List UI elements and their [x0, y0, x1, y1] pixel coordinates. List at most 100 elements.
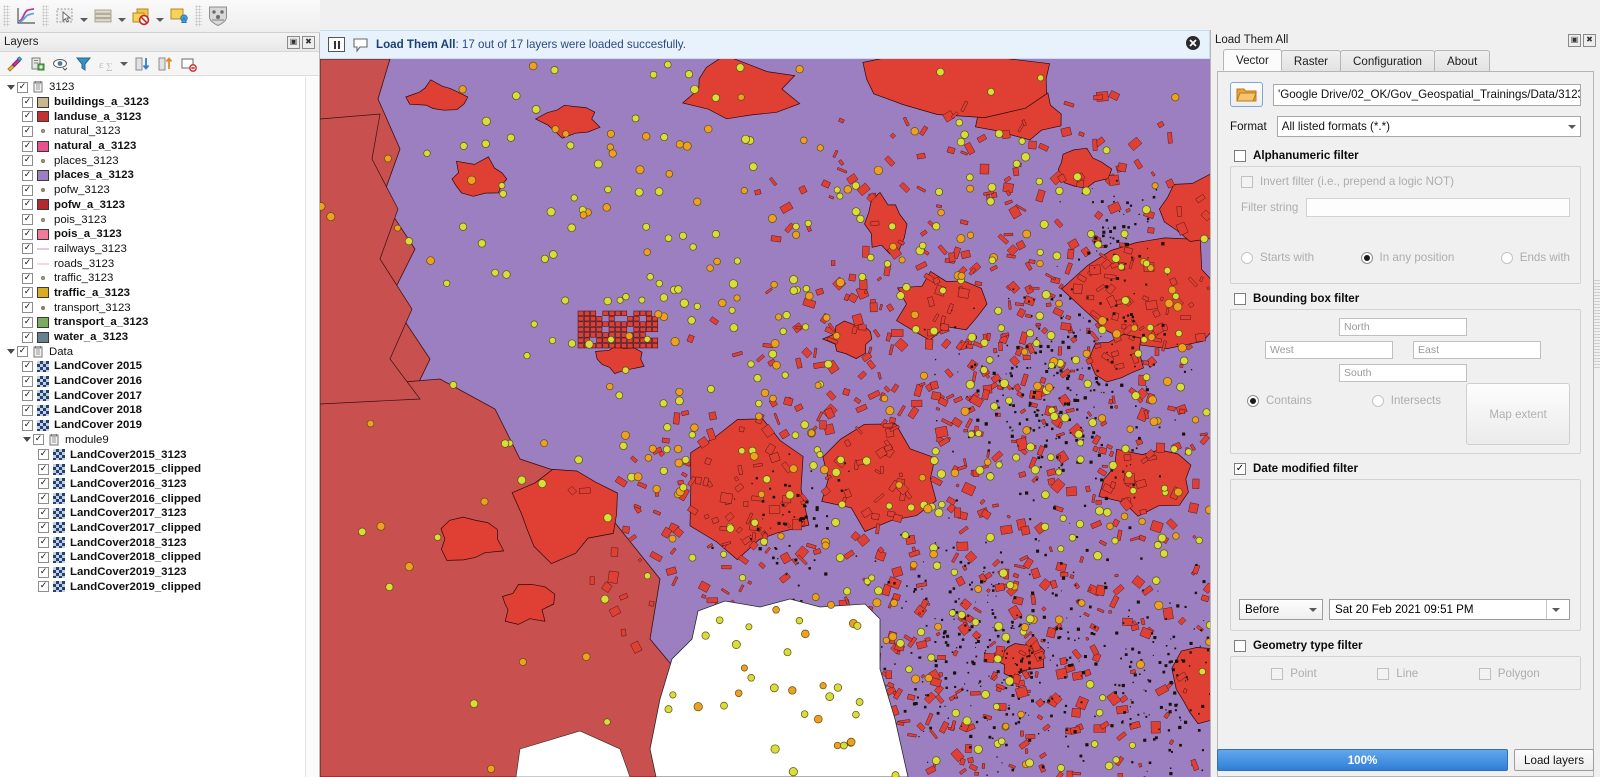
layer-group-row[interactable]: ✓3123 [0, 80, 305, 95]
layer-visibility-checkbox[interactable]: ✓ [22, 420, 33, 431]
layer-row[interactable]: ✓LandCover2016_3123 [0, 477, 305, 492]
select-features-dropdown[interactable] [78, 3, 90, 29]
layer-visibility-checkbox[interactable]: ✓ [38, 581, 49, 592]
layer-row[interactable]: ✓LandCover2016_clipped [0, 491, 305, 506]
expand-all-icon[interactable] [132, 54, 152, 74]
tab-vector[interactable]: Vector [1223, 49, 1282, 71]
pause-rendering-button[interactable] [328, 37, 345, 52]
layer-visibility-checkbox[interactable]: ✓ [22, 361, 33, 372]
layer-group-row[interactable]: ✓module9 [0, 433, 305, 448]
deselect-features-dropdown[interactable] [154, 3, 166, 29]
filter-expression-icon[interactable]: ε∑ [96, 54, 116, 74]
directory-path-input[interactable]: 'Google Drive/02_OK/Gov_Geospatial_Train… [1273, 84, 1581, 106]
geometry-type-filter-checkbox[interactable] [1234, 640, 1246, 652]
toolbar-grip[interactable] [3, 5, 10, 27]
browse-folder-button[interactable] [1230, 82, 1263, 107]
layer-visibility-checkbox[interactable]: ✓ [22, 376, 33, 387]
layer-visibility-checkbox[interactable]: ✓ [22, 332, 33, 343]
layer-visibility-checkbox[interactable]: ✓ [17, 82, 28, 93]
layer-visibility-checkbox[interactable]: ✓ [17, 346, 28, 357]
group-expander-icon[interactable] [6, 82, 16, 92]
format-select[interactable]: All listed formats (*.*) [1277, 116, 1581, 137]
layer-visibility-checkbox[interactable]: ✓ [38, 464, 49, 475]
layer-row[interactable]: ✓LandCover 2018 [0, 403, 305, 418]
layer-row[interactable]: ✓LandCover 2019 [0, 418, 305, 433]
layer-row[interactable]: ✓LandCover2017_clipped [0, 521, 305, 536]
bbox-north-input[interactable]: North [1339, 318, 1467, 336]
layer-row[interactable]: ✓transport_3123 [0, 300, 305, 315]
layer-visibility-checkbox[interactable]: ✓ [22, 390, 33, 401]
map-extent-button[interactable]: Map extent [1466, 383, 1570, 445]
layer-visibility-checkbox[interactable]: ✓ [22, 405, 33, 416]
layer-row[interactable]: ✓places_a_3123 [0, 168, 305, 183]
layer-row[interactable]: ✓LandCover2015_3123 [0, 447, 305, 462]
load-layers-button[interactable]: Load layers [1514, 749, 1594, 771]
layer-row[interactable]: ✓transport_a_3123 [0, 315, 305, 330]
layer-row[interactable]: ✓places_3123 [0, 153, 305, 168]
layer-visibility-checkbox[interactable]: ✓ [38, 522, 49, 533]
invert-filter-checkbox[interactable] [1241, 176, 1253, 188]
filter-legend-icon[interactable] [73, 54, 93, 74]
message-close-button[interactable] [1185, 35, 1201, 54]
layers-panel-scrollbar[interactable] [305, 77, 319, 777]
layer-visibility-checkbox[interactable]: ✓ [22, 258, 33, 269]
layer-row[interactable]: ✓LandCover2017_3123 [0, 506, 305, 521]
layer-row[interactable]: ✓water_a_3123 [0, 330, 305, 345]
layer-row[interactable]: ✓LandCover2019_clipped [0, 579, 305, 594]
layer-visibility-checkbox[interactable]: ✓ [22, 155, 33, 166]
date-operator-select[interactable]: Before [1239, 599, 1323, 620]
alphanumeric-filter-header[interactable]: Alphanumeric filter [1234, 149, 1581, 162]
layer-visibility-checkbox[interactable]: ✓ [22, 317, 33, 328]
layer-visibility-checkbox[interactable]: ✓ [38, 478, 49, 489]
layer-visibility-checkbox[interactable]: ✓ [22, 126, 33, 137]
layer-visibility-checkbox[interactable]: ✓ [22, 243, 33, 254]
layer-row[interactable]: ✓pois_3123 [0, 212, 305, 227]
plot-chart-icon[interactable] [13, 3, 39, 29]
layer-row[interactable]: ✓roads_3123 [0, 256, 305, 271]
layer-group-row[interactable]: ✓Data [0, 344, 305, 359]
layer-visibility-checkbox[interactable]: ✓ [22, 97, 33, 108]
layer-row[interactable]: ✓traffic_a_3123 [0, 286, 305, 301]
attribute-table-icon[interactable] [90, 3, 116, 29]
layer-row[interactable]: ✓LandCover2018_clipped [0, 550, 305, 565]
bounding-box-filter-checkbox[interactable] [1234, 293, 1246, 305]
geometry-polygon-option[interactable]: Polygon [1479, 667, 1540, 680]
layer-row[interactable]: ✓buildings_a_3123 [0, 95, 305, 110]
collapse-all-icon[interactable] [155, 54, 175, 74]
filter-string-input[interactable] [1306, 198, 1570, 217]
layer-row[interactable]: ✓LandCover2015_clipped [0, 462, 305, 477]
layer-visibility-checkbox[interactable]: ✓ [22, 170, 33, 181]
map-canvas[interactable] [320, 59, 1210, 777]
date-dropdown-button[interactable] [1546, 600, 1564, 619]
layer-visibility-checkbox[interactable]: ✓ [22, 214, 33, 225]
deselect-features-icon[interactable] [128, 3, 154, 29]
geometry-point-option[interactable]: Point [1271, 667, 1316, 680]
geometry-line-option[interactable]: Line [1377, 667, 1418, 680]
identify-features-icon[interactable] [166, 3, 192, 29]
bbox-west-input[interactable]: West [1265, 341, 1393, 359]
radio-ends-with[interactable]: Ends with [1501, 251, 1570, 264]
layer-visibility-checkbox[interactable]: ✓ [22, 287, 33, 298]
geometry-type-filter-header[interactable]: Geometry type filter [1234, 639, 1581, 652]
layer-row[interactable]: ✓natural_a_3123 [0, 139, 305, 154]
layer-visibility-checkbox[interactable]: ✓ [33, 434, 44, 445]
bounding-box-filter-header[interactable]: Bounding box filter [1234, 292, 1581, 305]
layers-panel-undock-button[interactable]: ▣ [287, 36, 300, 49]
layer-visibility-checkbox[interactable]: ✓ [38, 552, 49, 563]
bbox-south-input[interactable]: South [1339, 364, 1467, 382]
tab-about[interactable]: About [1434, 50, 1490, 71]
manage-visibility-icon[interactable] [50, 54, 70, 74]
tab-raster[interactable]: Raster [1281, 50, 1341, 71]
radio-contains[interactable]: Contains [1247, 394, 1312, 407]
layer-visibility-checkbox[interactable]: ✓ [38, 567, 49, 578]
dock-undock-button[interactable]: ▣ [1568, 34, 1581, 47]
remove-layer-icon[interactable] [178, 54, 198, 74]
layer-visibility-checkbox[interactable]: ✓ [22, 111, 33, 122]
tab-configuration[interactable]: Configuration [1340, 50, 1435, 71]
layer-visibility-checkbox[interactable]: ✓ [38, 508, 49, 519]
layer-row[interactable]: ✓railways_3123 [0, 242, 305, 257]
radio-in-any-position[interactable]: In any position [1361, 251, 1455, 264]
radio-intersects[interactable]: Intersects [1372, 394, 1441, 407]
layer-row[interactable]: ✓LandCover2018_3123 [0, 535, 305, 550]
group-expander-icon[interactable] [22, 435, 32, 445]
